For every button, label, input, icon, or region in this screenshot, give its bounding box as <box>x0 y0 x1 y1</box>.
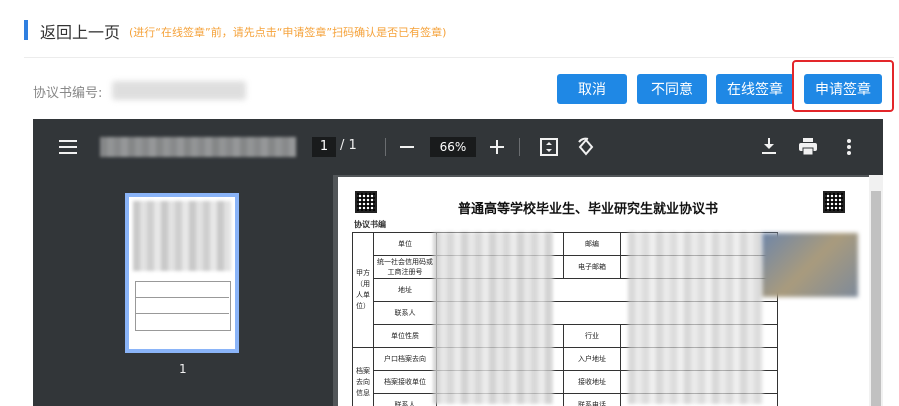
fit-page-icon[interactable] <box>540 138 558 156</box>
photo-redacted <box>762 233 858 297</box>
zoom-level-input[interactable]: 66% <box>430 137 476 157</box>
agreement-number-value-redacted <box>112 81 246 100</box>
header-note: (进行“在线签章”前，请先点击“申请签章”扫码确认是否已有签章) <box>129 26 447 39</box>
header-divider <box>24 57 894 58</box>
page-thumbnail[interactable] <box>125 193 239 353</box>
zoom-in-icon[interactable] <box>490 140 504 154</box>
page-number-input[interactable]: 1 <box>312 137 336 157</box>
redacted-region <box>628 232 763 404</box>
pdf-viewer: 1 / 1 66% 1 普通高等学校毕业生、毕业研究生就业协议书 协议书编 甲方… <box>33 119 883 406</box>
file-name-redacted <box>100 137 296 157</box>
cancel-button[interactable]: 取消 <box>557 74 627 104</box>
qr-code-icon <box>823 191 845 213</box>
scrollbar-thumb[interactable] <box>871 191 881 406</box>
document-title: 普通高等学校毕业生、毕业研究生就业协议书 <box>458 202 719 217</box>
rotate-icon[interactable] <box>576 137 596 157</box>
header-accent-bar <box>24 20 28 40</box>
section-label-party-a: 甲方（用人单位） <box>352 232 374 348</box>
document-page: 普通高等学校毕业生、毕业研究生就业协议书 协议书编 甲方（用人单位） 单位 邮编… <box>338 177 870 406</box>
print-icon[interactable] <box>799 138 817 155</box>
page-total: / 1 <box>340 138 357 153</box>
toolbar-separator <box>519 138 520 156</box>
toolbar-separator <box>385 138 386 156</box>
pdf-toolbar: 1 / 1 66% <box>33 119 883 175</box>
back-link[interactable]: 返回上一页 <box>40 19 120 43</box>
redacted-region <box>433 232 553 404</box>
highlight-box <box>792 60 894 112</box>
qr-code-icon <box>355 191 377 213</box>
zoom-out-icon[interactable] <box>400 146 414 148</box>
menu-icon[interactable] <box>59 139 77 155</box>
online-sign-button[interactable]: 在线签章 <box>716 74 794 104</box>
more-icon[interactable] <box>847 139 851 155</box>
document-agreement-no-label: 协议书编 <box>354 220 386 229</box>
agreement-number-label: 协议书编号: <box>33 86 103 101</box>
section-label-archive: 档案去向信息 <box>352 347 374 406</box>
thumbnail-page-label: 1 <box>179 362 187 376</box>
download-icon[interactable] <box>762 138 776 155</box>
disagree-button[interactable]: 不同意 <box>637 74 707 104</box>
